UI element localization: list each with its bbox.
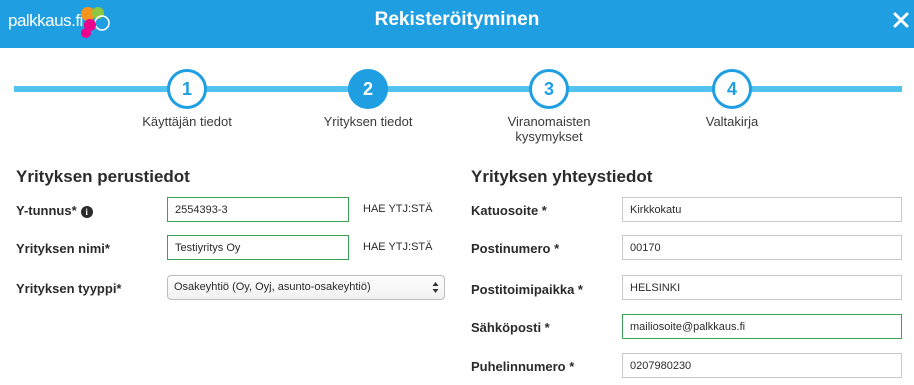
street-input[interactable]: Kirkkokatu [622, 197, 902, 222]
fetch-ytj-button[interactable]: HAE YTJ:STÄ [349, 197, 445, 222]
section-title-basic-info: Yrityksen perustiedot [16, 167, 190, 186]
email-input[interactable]: mailiosoite@palkkaus.fi [622, 314, 902, 339]
step-number: 3 [529, 69, 569, 109]
step-1[interactable]: 1 [167, 69, 207, 109]
company-name-label: Yrityksen nimi* [16, 241, 110, 256]
step-label: Viranomaisten kysymykset [507, 114, 591, 144]
step-4[interactable]: 4 [712, 69, 752, 109]
street-label: Katuosoite * [471, 203, 547, 218]
phone-input[interactable]: 0207980230 [622, 353, 902, 378]
info-icon[interactable]: i [80, 205, 93, 218]
city-input[interactable]: HELSINKI [622, 275, 902, 300]
company-type-select[interactable]: Osakeyhtiö (Oy, Oyj, asunto-osakeyhtiö) [167, 275, 445, 300]
step-number: 4 [712, 69, 752, 109]
select-arrows-icon [432, 282, 439, 293]
page-title: Rekisteröityminen [374, 9, 540, 30]
fetch-ytj-button[interactable]: HAE YTJ:STÄ [349, 235, 445, 260]
step-number: 1 [167, 69, 207, 109]
email-label: Sähköposti * [471, 320, 550, 335]
phone-label: Puhelinnumero * [471, 359, 575, 374]
step-3[interactable]: 3 [529, 69, 569, 109]
postal-code-label: Postinumero * [471, 241, 560, 256]
step-label: Käyttäjän tiedot [142, 114, 232, 129]
close-icon[interactable] [892, 11, 910, 29]
step-2[interactable]: 2 [348, 69, 388, 109]
business-id-label: Y-tunnus* i [16, 203, 93, 218]
step-label: Valtakirja [705, 114, 759, 129]
top-bar: palkkaus.fi Rekisteröityminen [0, 0, 914, 48]
section-title-contact-info: Yrityksen yhteystiedot [471, 167, 653, 186]
postal-code-input[interactable]: 00170 [622, 235, 902, 260]
progress-line [14, 86, 902, 92]
step-number: 2 [348, 69, 388, 109]
business-id-input[interactable]: 2554393-3 [167, 197, 349, 222]
company-type-label: Yrityksen tyyppi* [16, 281, 122, 296]
company-type-value: Osakeyhtiö (Oy, Oyj, asunto-osakeyhtiö) [174, 281, 371, 293]
step-label: Yrityksen tiedot [323, 114, 413, 129]
business-id-label-text: Y-tunnus* [16, 203, 77, 218]
company-name-input[interactable]: Testiyritys Oy [167, 235, 349, 260]
city-label: Postitoimipaikka * [471, 282, 583, 297]
